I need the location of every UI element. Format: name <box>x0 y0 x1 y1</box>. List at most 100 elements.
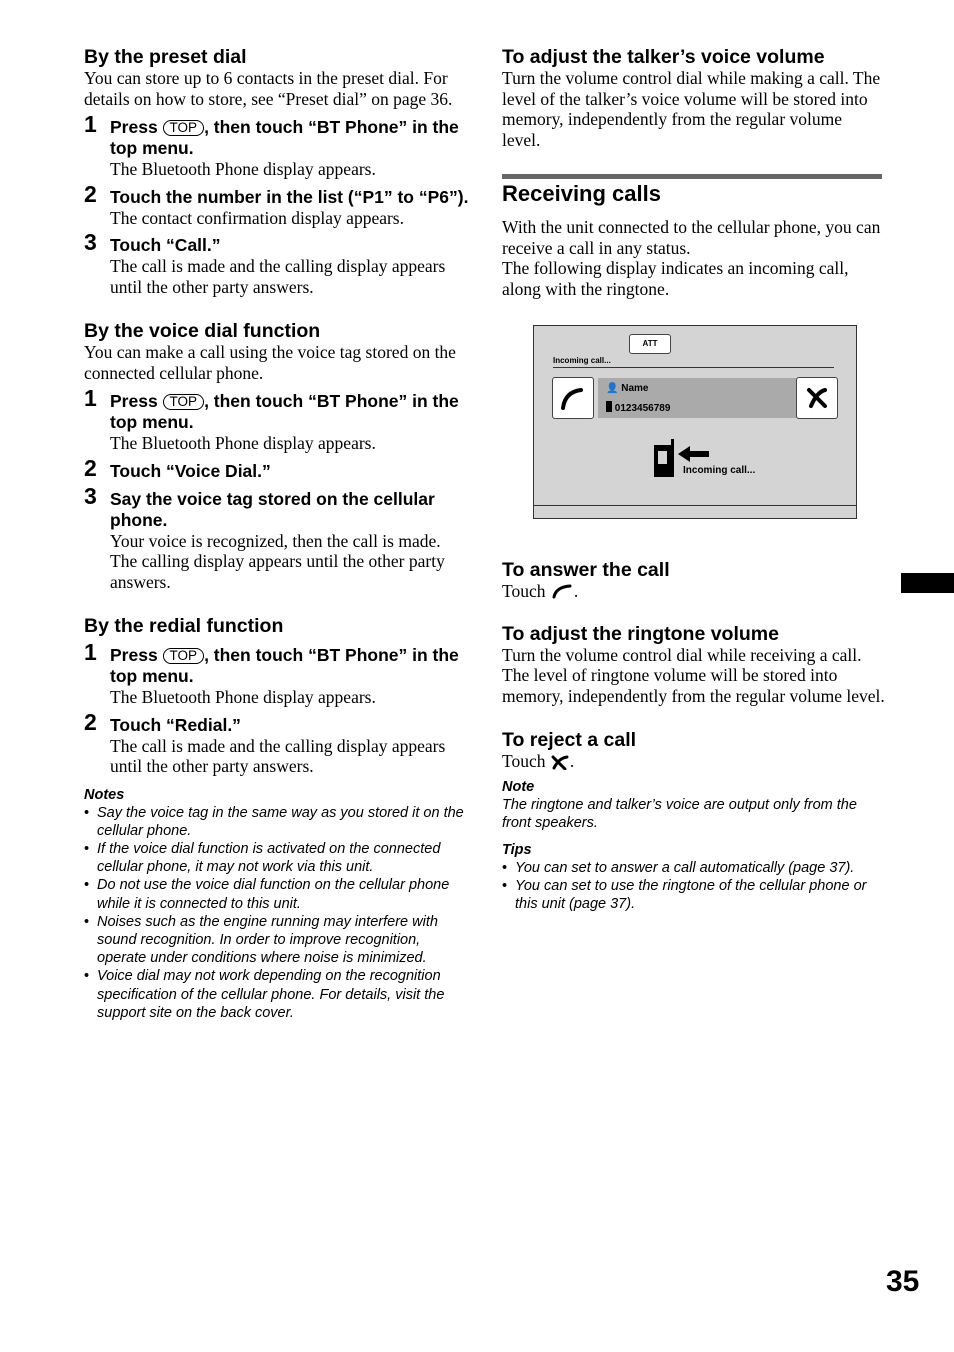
caller-info-bar: 👤 Name 0123456789 <box>598 378 798 418</box>
caller-number-text: 0123456789 <box>614 403 671 414</box>
note-item: Noises such as the engine running may in… <box>84 913 469 968</box>
voice-dial-heading: By the voice dial function <box>84 320 321 342</box>
notes-title: Notes <box>84 786 125 803</box>
reject-instruction: Touch . <box>502 751 575 771</box>
step-2: 2 Touch the number in the list (“P1” to … <box>84 180 469 229</box>
step-number: 1 <box>84 639 97 665</box>
note-item: Do not use the voice dial function on th… <box>84 876 469 912</box>
tip-item: You can set to answer a call automatical… <box>502 859 887 877</box>
talker-volume-section: To adjust the talker’s voice volume Turn… <box>502 46 882 150</box>
tips-title: Tips <box>502 841 532 858</box>
preset-dial-section: By the preset dial You can store up to 6… <box>84 46 469 297</box>
top-key: TOP <box>162 120 205 136</box>
note-title: Note <box>502 778 535 795</box>
step-number: 2 <box>84 708 97 735</box>
left-column: By the preset dial You can store up to 6… <box>84 46 469 1022</box>
touch-text: Touch <box>502 581 546 601</box>
notes-list: Say the voice tag in the same way as you… <box>84 804 469 1022</box>
note-section: Note The ringtone and talker’s voice are… <box>502 778 887 832</box>
step-number: 3 <box>84 482 97 509</box>
phone-answer-icon <box>561 388 583 410</box>
phone-reject-icon <box>807 388 827 408</box>
step-number: 1 <box>84 111 97 137</box>
step-1: 1 Press TOP, then touch “BT Phone” in th… <box>84 639 469 708</box>
step-2: 2 Touch “Voice Dial.” <box>84 454 469 482</box>
step-desc: Your voice is recognized, then the call … <box>110 530 441 551</box>
touch-text: Touch <box>502 751 546 771</box>
step-text: Press <box>110 391 163 411</box>
voice-dial-intro: You can make a call using the voice tag … <box>84 342 456 383</box>
step-number: 1 <box>84 385 97 411</box>
tip-item: You can set to use the ringtone of the c… <box>502 877 887 913</box>
top-key: TOP <box>162 394 205 410</box>
answer-section: To answer the call Touch . <box>502 559 887 602</box>
note-text: The ringtone and talker’s voice are outp… <box>502 796 857 831</box>
status-underline <box>553 367 834 368</box>
step-2: 2 Touch “Redial.” The call is made and t… <box>84 708 469 777</box>
step-title: Press TOP, then touch “BT Phone” in the … <box>110 645 469 687</box>
right-column-lower: To answer the call Touch . To adjust the… <box>502 559 887 914</box>
reject-heading: To reject a call <box>502 729 637 751</box>
caller-number: 0123456789 <box>606 401 670 414</box>
reject-button[interactable] <box>796 377 838 419</box>
caller-name-text: Name <box>621 383 649 394</box>
talker-volume-body: Turn the volume control dial while makin… <box>502 68 881 150</box>
incoming-graphic <box>653 439 713 484</box>
reject-section: To reject a call Touch . <box>502 729 887 772</box>
step-title: Press TOP, then touch “BT Phone” in the … <box>110 117 469 159</box>
att-button[interactable]: ATT <box>629 334 671 354</box>
ringtone-p2: The level of ringtone volume will be sto… <box>502 665 885 706</box>
ringtone-heading: To adjust the ringtone volume <box>502 622 779 645</box>
note-item: Say the voice tag in the same way as you… <box>84 804 469 840</box>
right-column: To adjust the talker’s voice volume Turn… <box>502 46 882 299</box>
note-item: If the voice dial function is activated … <box>84 840 469 876</box>
step-title: Touch the number in the list (“P1” to “P… <box>110 186 469 207</box>
ringtone-p1: Turn the volume control dial while recei… <box>502 644 862 665</box>
page-number: 35 <box>886 1265 920 1298</box>
preset-dial-heading: By the preset dial <box>84 46 247 68</box>
answer-instruction: Touch . <box>502 581 579 601</box>
step-1: 1 Press TOP, then touch “BT Phone” in th… <box>84 385 469 454</box>
phone-answer-icon <box>552 584 572 599</box>
redial-heading: By the redial function <box>84 615 284 637</box>
step-3: 3 Say the voice tag stored on the cellul… <box>84 482 469 593</box>
step-desc: The call is made and the calling display… <box>110 735 446 777</box>
incoming-call-screen: ATT Incoming call... 👤 Name 0123456789 I… <box>533 325 857 519</box>
answer-button[interactable] <box>552 377 594 419</box>
chapter-tab-marker <box>901 573 954 593</box>
ringtone-section: To adjust the ringtone volume Turn the v… <box>502 623 887 707</box>
step-number: 3 <box>84 229 97 255</box>
mobile-icon <box>606 401 612 412</box>
receiving-calls-p2: The following display indicates an incom… <box>502 258 849 299</box>
step-desc: The Bluetooth Phone display appears. <box>110 433 376 453</box>
redial-section: By the redial function 1 Press TOP, then… <box>84 615 469 777</box>
voice-dial-section: By the voice dial function You can make … <box>84 320 469 592</box>
step-3: 3 Touch “Call.” The call is made and the… <box>84 229 469 297</box>
caller-name: 👤 Name <box>606 383 648 394</box>
preset-dial-intro: You can store up to 6 contacts in the pr… <box>84 68 453 109</box>
talker-volume-heading: To adjust the talker’s voice volume <box>502 46 825 68</box>
step-number: 2 <box>84 180 97 207</box>
step-text: Press <box>110 645 163 665</box>
step-title: Say the voice tag stored on the cellular… <box>110 488 435 530</box>
incoming-label: Incoming call... <box>683 465 756 476</box>
step-title: Press TOP, then touch “BT Phone” in the … <box>110 391 469 433</box>
step-1: 1 Press TOP, then touch “BT Phone” in th… <box>84 111 469 180</box>
step-title: Touch “Redial.” <box>110 714 241 735</box>
step-title: Touch “Voice Dial.” <box>110 460 271 481</box>
receiving-calls-p1: With the unit connected to the cellular … <box>502 217 881 258</box>
step-text: Press <box>110 117 163 137</box>
step-desc: The Bluetooth Phone display appears. <box>110 687 376 707</box>
step-title: Touch “Call.” <box>110 235 221 255</box>
person-icon: 👤 <box>606 383 619 394</box>
phone-reject-icon <box>551 755 569 771</box>
section-divider <box>502 174 882 179</box>
step-number: 2 <box>84 454 97 481</box>
tips-list: You can set to answer a call automatical… <box>502 859 887 914</box>
answer-heading: To answer the call <box>502 559 670 581</box>
notes-section: Notes Say the voice tag in the same way … <box>84 786 469 1022</box>
status-text: Incoming call... <box>553 356 611 365</box>
step-desc: The contact confirmation display appears… <box>110 207 404 228</box>
receiving-calls-heading: Receiving calls <box>502 181 661 206</box>
step-desc: The calling display appears until the ot… <box>110 551 445 592</box>
